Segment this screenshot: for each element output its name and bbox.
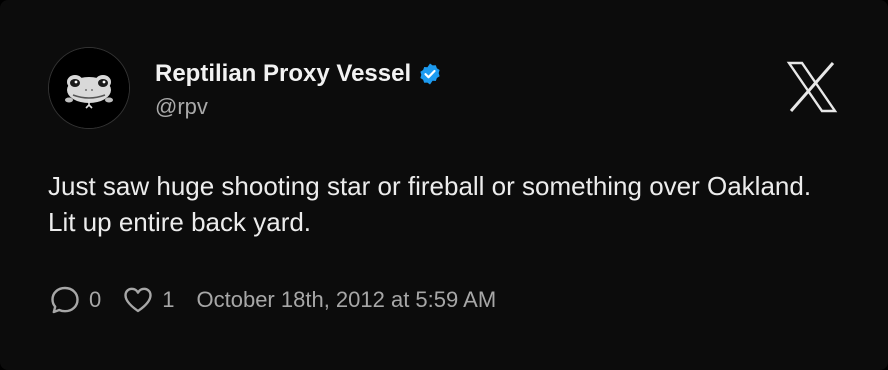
reply-button[interactable]: 0 [48, 283, 101, 317]
tweet-meta-row: 0 1 October 18th, 2012 at 5:59 AM [48, 282, 496, 318]
verified-badge-icon [420, 63, 440, 85]
reply-count: 0 [89, 287, 102, 312]
lizard-face-icon [49, 48, 129, 128]
x-logo-icon[interactable] [786, 60, 838, 114]
like-button[interactable]: 1 [121, 283, 175, 317]
author-handle[interactable]: @rpv [155, 94, 208, 120]
tweet-timestamp[interactable]: October 18th, 2012 at 5:59 AM [197, 287, 497, 313]
author-display-name[interactable]: Reptilian Proxy Vessel [155, 60, 411, 88]
reply-bubble-icon [51, 286, 79, 314]
tweet-text: Just saw huge shooting star or fireball … [48, 171, 812, 237]
like-count: 1 [162, 287, 175, 312]
author-name-row: Reptilian Proxy Vessel [155, 57, 442, 91]
avatar[interactable] [48, 47, 130, 129]
heart-icon [124, 287, 152, 313]
tweet-card: Reptilian Proxy Vessel @rpv Just saw hug… [0, 0, 888, 370]
